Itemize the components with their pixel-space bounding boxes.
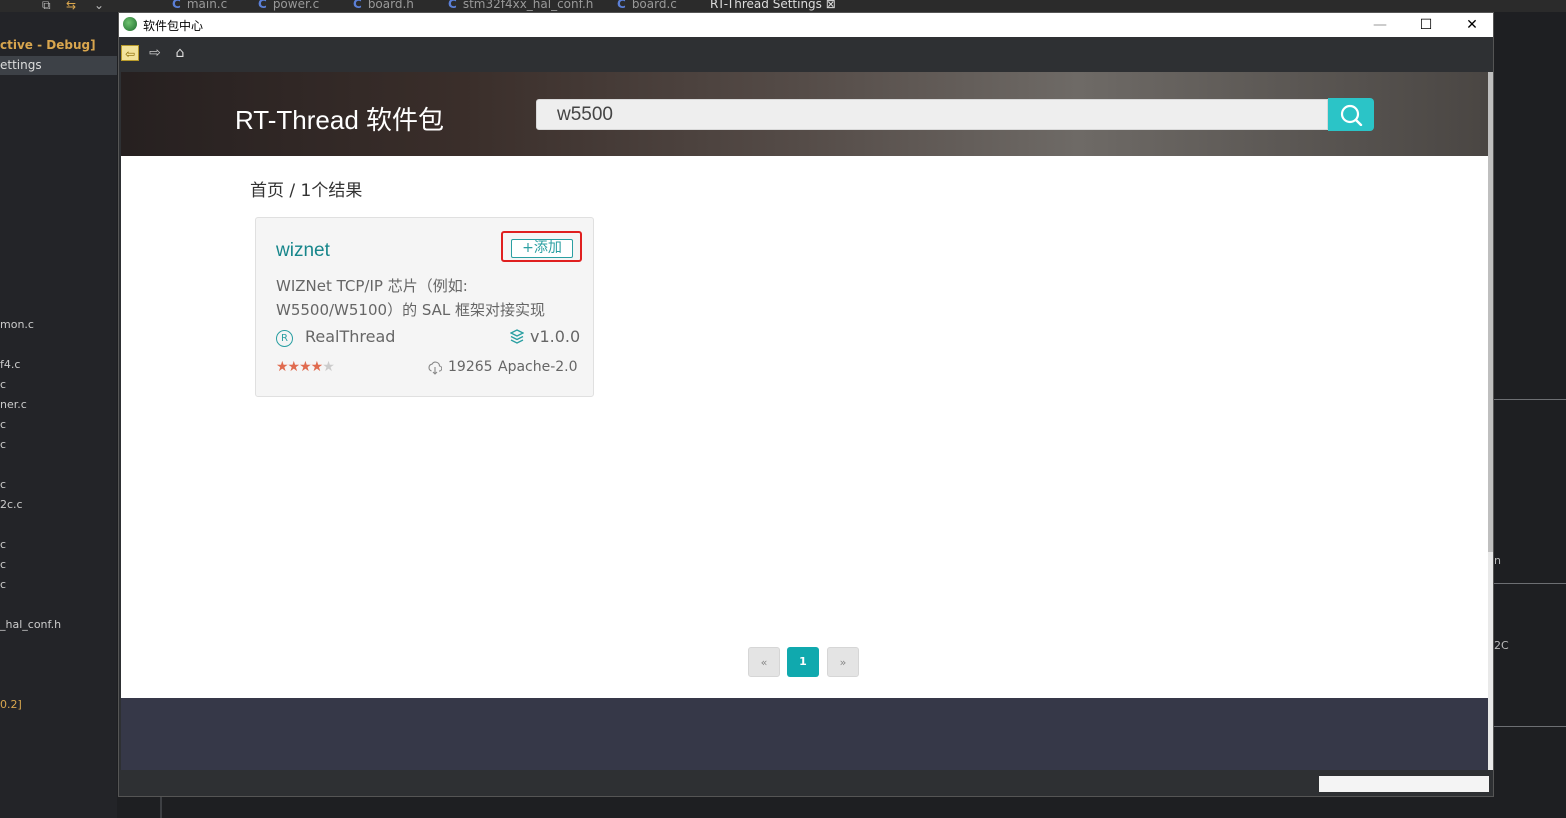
ide-tab-board-c[interactable]: Cboard.c	[617, 0, 677, 12]
ide-tab-rtthread-settings[interactable]: RT-Thread Settings ⊠	[710, 0, 836, 12]
ide-file[interactable]: 2c.c	[0, 498, 23, 511]
package-description: WIZNet TCP/IP 芯片（例如: W5500/W5100）的 SAL 框…	[276, 277, 546, 319]
header-banner: RT-Thread 软件包 w5500	[121, 72, 1488, 156]
ide-file[interactable]: 0.2]	[0, 698, 22, 711]
maximize-button[interactable]: ☐	[1403, 13, 1449, 37]
author-icon: R	[276, 330, 293, 347]
globe-app-icon	[123, 17, 137, 31]
scrollbar-thumb[interactable]	[1488, 72, 1493, 552]
ide-project-label: ctive - Debug]	[0, 38, 96, 52]
home-icon[interactable]: ⌂	[171, 45, 189, 61]
search-icon	[1340, 104, 1363, 126]
package-name-link[interactable]: wiznet	[276, 240, 330, 262]
ide-dropdown-icon[interactable]: ⌄	[94, 0, 104, 12]
ide-sync-icon[interactable]: ⇆	[66, 0, 76, 12]
rating-stars: ★★★★★	[276, 359, 335, 375]
stars-filled: ★★★★	[276, 359, 323, 375]
ide-tab-power-c[interactable]: Cpower.c	[258, 0, 319, 12]
page-footer	[121, 698, 1488, 770]
divider	[1494, 399, 1566, 400]
ide-file[interactable]: ner.c	[0, 398, 27, 411]
close-button[interactable]: ✕	[1449, 13, 1495, 37]
package-card[interactable]: wiznet +添加 WIZNet TCP/IP 芯片（例如: W5500/W5…	[255, 217, 594, 397]
download-count: 19265	[448, 359, 493, 375]
pagination-page-1[interactable]: 1	[787, 647, 819, 677]
ide-file[interactable]: c	[0, 558, 6, 571]
layers-icon	[510, 329, 524, 344]
browser-content: RT-Thread 软件包 w5500 首页 / 1个结果 wiznet +添加…	[121, 72, 1488, 770]
package-center-dialog: 软件包中心 — ☐ ✕ ⇦ ⇨ ⌂ RT-Thread 软件包 w5500 首页…	[118, 12, 1494, 797]
page-title: RT-Thread 软件包	[235, 105, 445, 135]
pagination-next[interactable]: »	[827, 647, 859, 677]
ide-file[interactable]: c	[0, 478, 6, 491]
horizontal-scrollbar[interactable]	[1319, 776, 1489, 792]
package-author: RealThread	[305, 327, 396, 346]
ide-right-panel: n 2C	[1494, 12, 1566, 818]
ide-settings-item[interactable]: ettings	[0, 56, 117, 75]
divider	[1494, 583, 1566, 584]
browser-toolbar: ⇦ ⇨ ⌂	[119, 37, 1493, 70]
ide-file[interactable]: c	[0, 438, 6, 451]
ide-right-text: n	[1494, 554, 1501, 567]
add-package-button[interactable]: +添加	[511, 239, 573, 258]
divider	[1494, 726, 1566, 727]
ide-layout-icon[interactable]: ⧉	[42, 0, 51, 12]
breadcrumb: 首页 / 1个结果	[250, 181, 363, 201]
ide-file[interactable]: _hal_conf.h	[0, 618, 61, 631]
divider	[160, 797, 162, 818]
package-version: v1.0.0	[530, 327, 581, 346]
dialog-titlebar[interactable]: 软件包中心 — ☐ ✕	[119, 13, 1493, 37]
download-icon	[428, 361, 442, 375]
ide-file[interactable]: f4.c	[0, 358, 20, 371]
back-arrow-icon[interactable]: ⇦	[121, 45, 139, 61]
search-button[interactable]	[1328, 98, 1374, 131]
vertical-scrollbar[interactable]	[1488, 72, 1493, 770]
ide-tab-board-h[interactable]: Cboard.h	[353, 0, 414, 12]
add-button-highlight: +添加	[501, 231, 582, 262]
forward-arrow-icon[interactable]: ⇨	[146, 45, 164, 61]
search-input[interactable]: w5500	[536, 99, 1328, 130]
ide-file[interactable]: c	[0, 538, 6, 551]
ide-file[interactable]: c	[0, 578, 6, 591]
ide-tab-hal-conf[interactable]: Cstm32f4xx_hal_conf.h	[448, 0, 593, 12]
ide-file[interactable]: c	[0, 418, 6, 431]
pagination-prev[interactable]: «	[748, 647, 780, 677]
ide-tab-main-c[interactable]: Cmain.c	[172, 0, 227, 12]
package-license: Apache-2.0	[498, 359, 578, 375]
dialog-title: 软件包中心	[143, 19, 204, 33]
ide-right-text: 2C	[1494, 639, 1509, 652]
ide-project-explorer: ctive - Debug] ettings mon.c f4.c c ner.…	[0, 12, 117, 818]
ide-file[interactable]: mon.c	[0, 318, 34, 331]
stars-half: ★	[322, 359, 335, 375]
ide-tabbar: ⧉ ⇆ ⌄ Cmain.c Cpower.c Cboard.h Cstm32f4…	[0, 0, 1566, 12]
ide-file[interactable]: c	[0, 378, 6, 391]
minimize-button[interactable]: —	[1357, 13, 1403, 37]
